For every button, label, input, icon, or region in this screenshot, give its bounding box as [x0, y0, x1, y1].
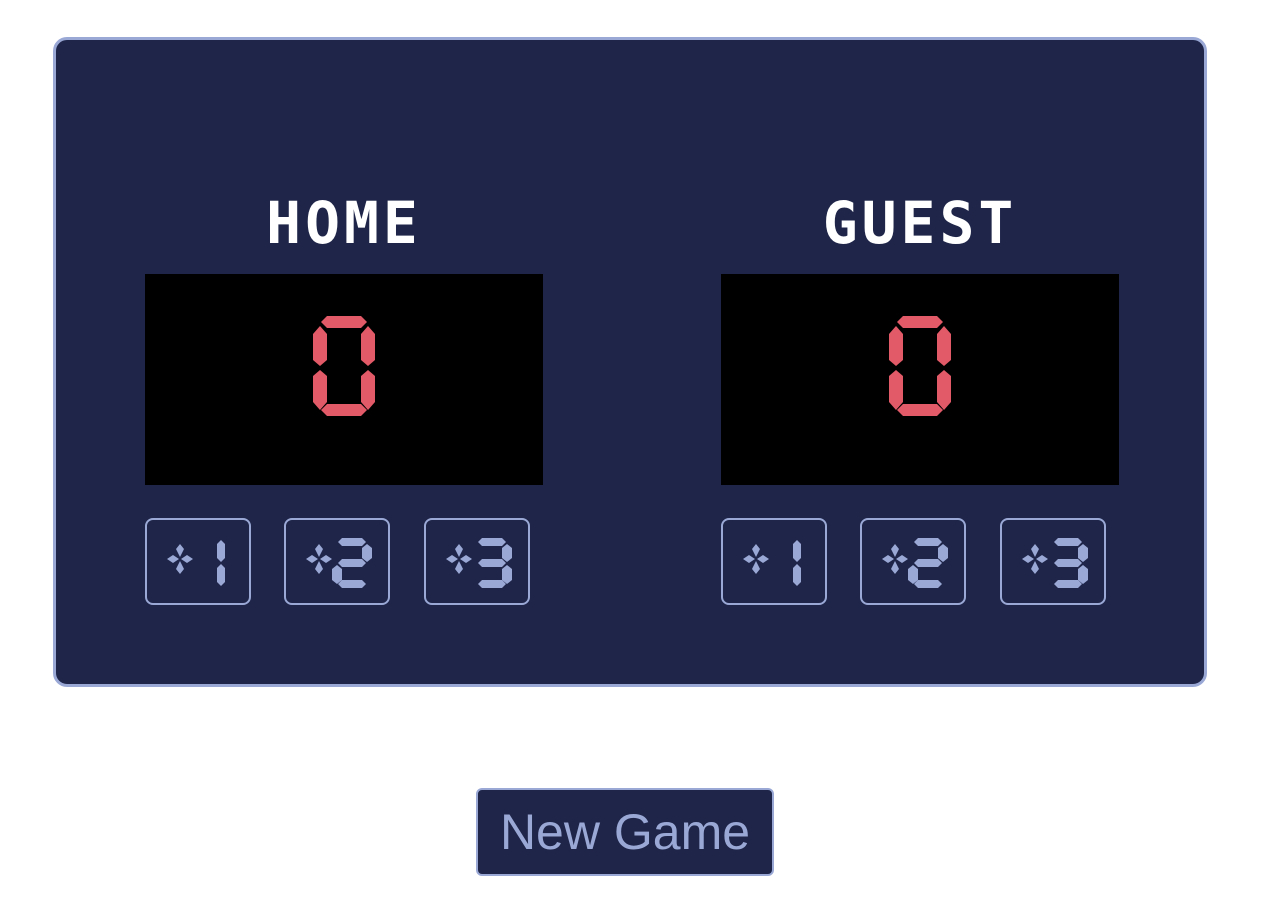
home-score-digit: 0 [313, 316, 375, 416]
home-plus-3-button[interactable]: +3 [424, 518, 530, 605]
home-score-display: 0 [145, 274, 543, 485]
plus-two-glyph: +2 [306, 538, 372, 588]
guest-plus-2-button[interactable]: +2 [860, 518, 966, 605]
guest-score-display: 0 [721, 274, 1119, 485]
plus-three-glyph: +3 [446, 538, 512, 588]
home-title: HOME [266, 189, 422, 257]
scoreboard: HOME 0 +1 [53, 37, 1207, 687]
plus-one-glyph: +1 [743, 540, 801, 586]
plus-two-glyph: +2 [882, 538, 948, 588]
guest-score-digit: 0 [889, 316, 951, 416]
home-plus-1-button[interactable]: +1 [145, 518, 251, 605]
new-game-button[interactable]: New Game [476, 788, 774, 876]
guest-plus-1-button[interactable]: +1 [721, 518, 827, 605]
plus-one-glyph: +1 [167, 540, 225, 586]
guest-plus-3-button[interactable]: +3 [1000, 518, 1106, 605]
guest-title: GUEST [822, 189, 1018, 257]
plus-three-glyph: +3 [1022, 538, 1088, 588]
home-plus-2-button[interactable]: +2 [284, 518, 390, 605]
